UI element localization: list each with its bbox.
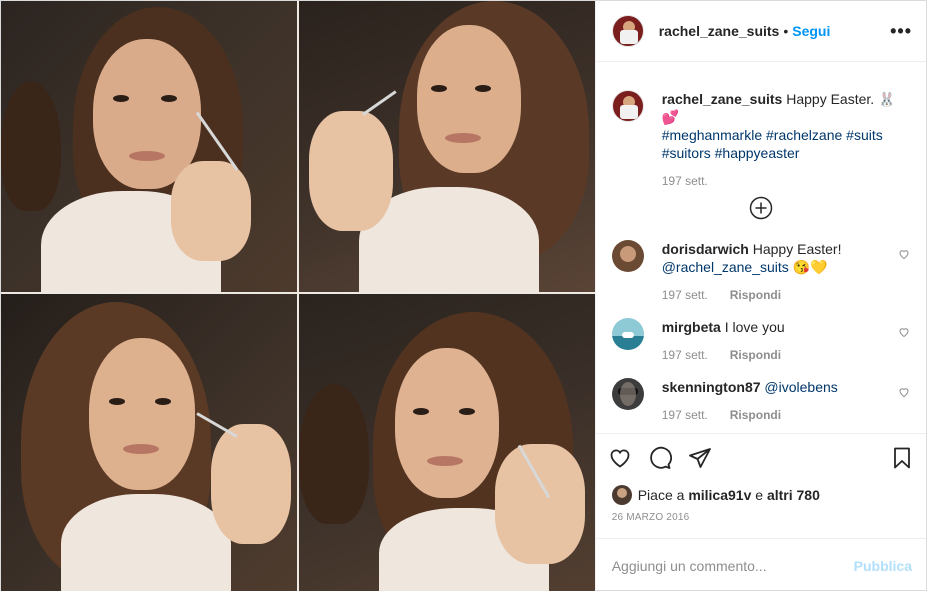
comment-emoji: 😘💛 (792, 259, 828, 275)
likes-prefix: Piace a (637, 487, 685, 503)
photo-tile-top-right (299, 1, 595, 292)
header-separator: • (783, 23, 789, 39)
post-header: rachel_zane_suits • Segui ••• (595, 1, 926, 62)
caption-hashtags[interactable]: #meghanmarkle #rachelzane #suits #suitor… (662, 127, 883, 161)
comment-time[interactable]: 197 sett. (662, 348, 708, 362)
caption-time[interactable]: 197 sett. (662, 174, 708, 188)
photo-tile-top-left (1, 1, 297, 292)
commenter-avatar[interactable] (611, 240, 644, 272)
comment-item: mirgbeta I love you 197 sett. Rispondi (596, 318, 926, 362)
comment-text: I love you (724, 319, 785, 335)
liker-username[interactable]: milica91v (688, 487, 751, 503)
likes-others-link[interactable]: altri 780 (767, 487, 820, 503)
add-comment-bar: Aggiungi un commento... Pubblica (595, 538, 926, 591)
plus-circle-icon[interactable] (749, 196, 773, 220)
comments-list[interactable]: rachel_zane_suits Happy Easter. 🐰💕 #megh… (596, 62, 926, 433)
reply-button[interactable]: Rispondi (730, 288, 781, 302)
post-photo-collage[interactable] (1, 1, 595, 591)
author-username[interactable]: rachel_zane_suits (659, 23, 780, 39)
post-caption: rachel_zane_suits Happy Easter. 🐰💕 #megh… (596, 62, 926, 188)
publish-button[interactable]: Pubblica (854, 558, 912, 574)
comment-mention[interactable]: @rachel_zane_suits (662, 259, 789, 275)
likes-connector: e (755, 487, 764, 503)
bookmark-icon[interactable] (890, 446, 914, 470)
photo-tile-bottom-right (299, 294, 595, 591)
comment-time[interactable]: 197 sett. (662, 288, 708, 302)
load-more-comments[interactable] (596, 196, 926, 220)
follow-button[interactable]: Segui (792, 23, 830, 39)
post-side-panel: rachel_zane_suits • Segui ••• rachel_zan… (594, 1, 926, 591)
comment-item: skennington87 @ivolebens 197 sett. Rispo… (596, 378, 926, 422)
comment-icon[interactable] (648, 446, 672, 470)
more-options-icon[interactable]: ••• (890, 21, 912, 42)
reply-button[interactable]: Rispondi (730, 348, 781, 362)
photo-tile-bottom-left (1, 294, 297, 591)
collage-divider-vertical (297, 1, 299, 591)
heart-icon[interactable] (608, 446, 632, 470)
instagram-post: rachel_zane_suits • Segui ••• rachel_zan… (0, 0, 927, 591)
commenter-username[interactable]: mirgbeta (662, 319, 721, 335)
likes-summary: Piace a milica91v e altri 780 (596, 482, 926, 508)
caption-username[interactable]: rachel_zane_suits (662, 91, 783, 107)
comment-text: Happy Easter! (752, 241, 842, 257)
commenter-username[interactable]: dorisdarwich (662, 241, 749, 257)
commenter-avatar[interactable] (611, 318, 644, 350)
paper-plane-icon[interactable] (688, 446, 712, 470)
post-date[interactable]: 26 MARZO 2016 (596, 512, 926, 538)
comment-like-heart-icon[interactable] (898, 386, 910, 398)
author-avatar[interactable] (611, 15, 644, 47)
comment-like-heart-icon[interactable] (898, 326, 910, 338)
caption-avatar[interactable] (611, 90, 644, 122)
reply-button[interactable]: Rispondi (730, 408, 781, 422)
post-actions-bar (595, 433, 926, 482)
comment-time[interactable]: 197 sett. (662, 408, 708, 422)
comment-like-heart-icon[interactable] (898, 248, 910, 260)
comment-mention[interactable]: @ivolebens (764, 379, 837, 395)
comment-input[interactable]: Aggiungi un commento... (612, 558, 854, 574)
comment-item: dorisdarwich Happy Easter! @rachel_zane_… (596, 240, 926, 302)
commenter-username[interactable]: skennington87 (662, 379, 761, 395)
caption-meta: 197 sett. (662, 174, 910, 188)
commenter-avatar[interactable] (611, 378, 644, 410)
liker-avatar[interactable] (611, 485, 632, 505)
